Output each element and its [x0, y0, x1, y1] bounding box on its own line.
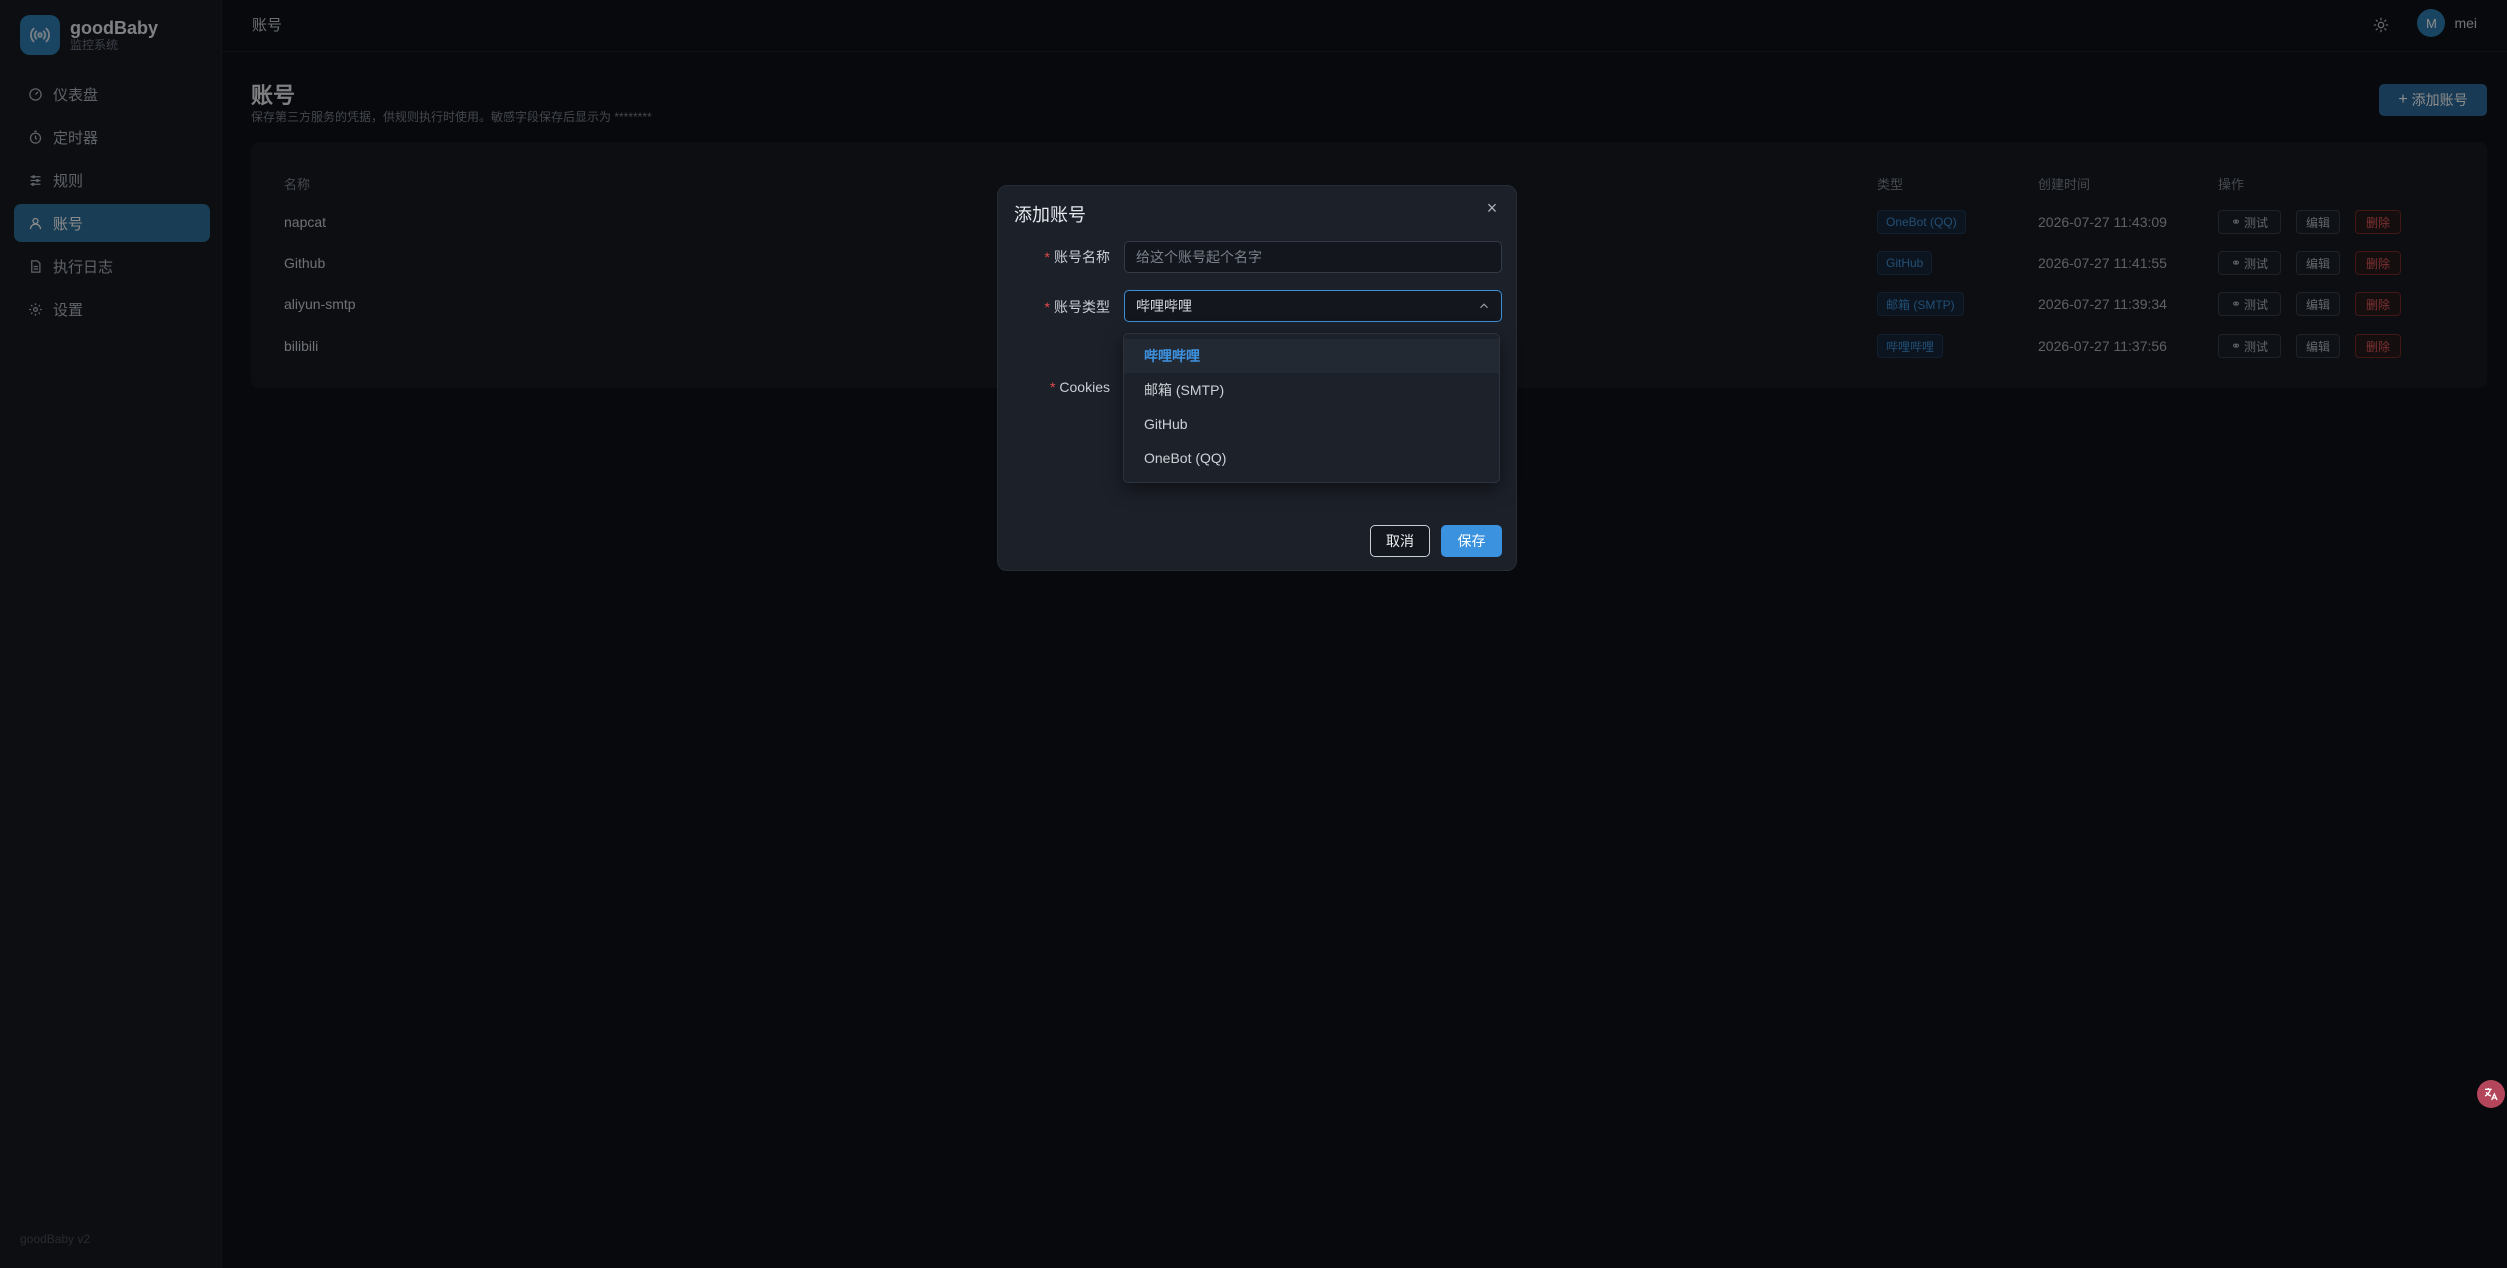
cookies-field-label: * Cookies [1049, 379, 1110, 395]
dropdown-option-bilibili[interactable]: 哔哩哔哩 [1124, 339, 1499, 373]
chevron-up-icon [1480, 303, 1488, 309]
account-type-select[interactable]: 哔哩哔哩 [1124, 290, 1502, 322]
save-button[interactable]: 保存 [1441, 525, 1502, 557]
type-field-label: * 账号类型 [1044, 299, 1110, 315]
name-field-label: * 账号名称 [1044, 249, 1110, 265]
translate-icon[interactable] [2477, 1080, 2505, 1108]
dialog-title: 添加账号 [1014, 205, 1086, 225]
dropdown-option-github[interactable]: GitHub [1124, 407, 1499, 441]
account-name-input[interactable]: 给这个账号起个名字 [1124, 241, 1502, 273]
dropdown-option-onebot[interactable]: OneBot (QQ) [1124, 441, 1499, 475]
cancel-button[interactable]: 取消 [1370, 525, 1430, 557]
dropdown-option-smtp[interactable]: 邮箱 (SMTP) [1124, 373, 1499, 407]
selected-value: 哔哩哔哩 [1136, 298, 1192, 314]
account-type-dropdown: 哔哩哔哩 邮箱 (SMTP) GitHub OneBot (QQ) [1123, 333, 1500, 483]
close-icon[interactable]: × [1482, 198, 1502, 218]
